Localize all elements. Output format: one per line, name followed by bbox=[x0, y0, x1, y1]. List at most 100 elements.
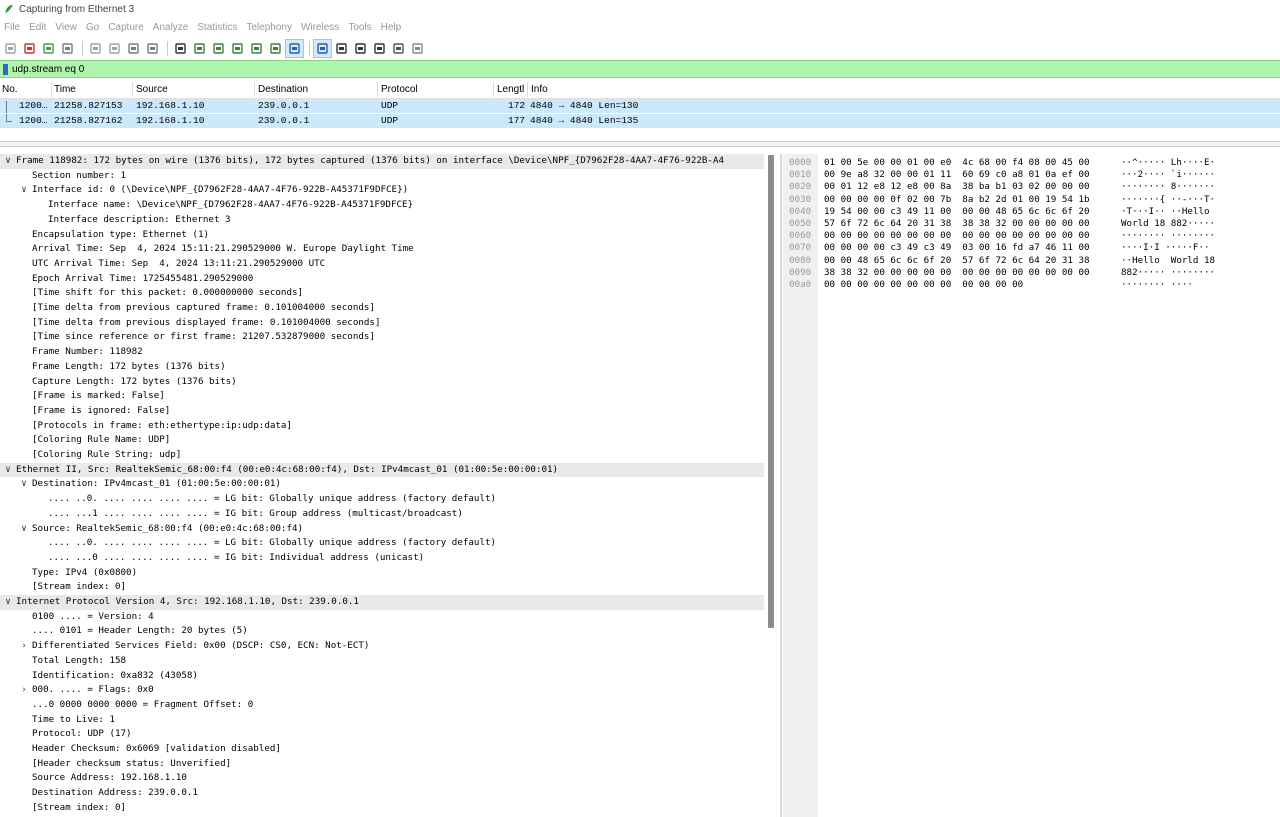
collapse-arrow-icon[interactable]: ∨ bbox=[3, 463, 13, 478]
layout-icon[interactable] bbox=[409, 40, 426, 57]
column-separator[interactable] bbox=[254, 82, 255, 97]
details-field-row[interactable]: ...0 0000 0000 0000 = Fragment Offset: 0 bbox=[0, 698, 764, 713]
details-field-row[interactable]: › 000. .... = Flags: 0x0 bbox=[0, 683, 764, 698]
details-field-row[interactable]: Capture Length: 172 bytes (1376 bits) bbox=[0, 375, 764, 390]
colorize-icon[interactable] bbox=[313, 38, 332, 58]
bytes-row[interactable]: 0050 57 6f 72 6c 64 20 31 38 38 38 32 00 … bbox=[783, 218, 1280, 230]
zoom-out-icon[interactable] bbox=[352, 40, 369, 57]
details-field-row[interactable]: ∨ Interface id: 0 (\Device\NPF_{D7962F28-… bbox=[0, 183, 764, 198]
column-separator[interactable] bbox=[527, 82, 528, 97]
menu-file[interactable]: File bbox=[0, 22, 25, 33]
collapse-arrow-icon[interactable]: ∨ bbox=[3, 595, 13, 610]
column-header-destination[interactable]: Destination bbox=[258, 84, 308, 95]
details-field-row[interactable]: [Stream index: 0] bbox=[0, 580, 764, 595]
normal-size-icon[interactable] bbox=[371, 40, 388, 57]
details-field-row[interactable]: Interface description: Ethernet 3 bbox=[0, 213, 764, 228]
details-field-row[interactable]: .... ..0. .... .... .... .... = LG bit: … bbox=[0, 536, 764, 551]
close-file-icon[interactable] bbox=[125, 40, 142, 57]
details-field-row[interactable]: .... ...1 .... .... .... .... = IG bit: … bbox=[0, 507, 764, 522]
details-field-row[interactable]: Total Length: 158 bbox=[0, 654, 764, 669]
column-header-length[interactable]: Lengtl bbox=[497, 84, 524, 95]
details-field-row[interactable]: [Time shift for this packet: 0.000000000… bbox=[0, 286, 764, 301]
details-field-row[interactable]: [Coloring Rule String: udp] bbox=[0, 448, 764, 463]
restart-capture-icon[interactable] bbox=[40, 40, 57, 57]
details-field-row[interactable]: ∨ Destination: IPv4mcast_01 (01:00:5e:00:… bbox=[0, 477, 764, 492]
column-header-time[interactable]: Time bbox=[54, 84, 76, 95]
details-field-row[interactable]: [Coloring Rule Name: UDP] bbox=[0, 433, 764, 448]
capture-options-icon[interactable] bbox=[59, 40, 76, 57]
resize-columns-icon[interactable] bbox=[390, 40, 407, 57]
packet-bytes-pane[interactable]: 0000 01 00 5e 00 00 01 00 e0 4c 68 00 f4 … bbox=[783, 154, 1280, 817]
bytes-row[interactable]: 0060 00 00 00 00 00 00 00 00 00 00 00 00 … bbox=[783, 230, 1280, 242]
expand-arrow-icon[interactable]: › bbox=[19, 683, 29, 698]
bytes-row[interactable]: 0090 38 38 32 00 00 00 00 00 00 00 00 00 … bbox=[783, 267, 1280, 279]
details-field-row[interactable]: 0100 .... = Version: 4 bbox=[0, 610, 764, 625]
details-protocol-row[interactable]: ∨ Ethernet II, Src: RealtekSemic_68:00:f4… bbox=[0, 462, 764, 478]
menu-tools[interactable]: Tools bbox=[344, 22, 376, 33]
details-field-row[interactable]: Arrival Time: Sep 4, 2024 15:11:21.29052… bbox=[0, 242, 764, 257]
details-field-row[interactable]: › Differentiated Services Field: 0x00 (DS… bbox=[0, 639, 764, 654]
details-protocol-row[interactable]: ∨ Frame 118982: 172 bytes on wire (1376 b… bbox=[0, 154, 764, 169]
pane-splitter-vertical[interactable] bbox=[780, 154, 782, 817]
bytes-row[interactable]: 0040 19 54 00 00 c3 49 11 00 00 00 48 65 … bbox=[783, 206, 1280, 218]
column-separator[interactable] bbox=[377, 82, 378, 97]
column-separator[interactable] bbox=[493, 82, 494, 97]
details-field-row[interactable]: Source Address: 192.168.1.10 bbox=[0, 771, 764, 786]
details-field-row[interactable]: Encapsulation type: Ethernet (1) bbox=[0, 228, 764, 243]
bytes-row[interactable]: 0070 00 00 00 00 c3 49 c3 49 03 00 16 fd … bbox=[783, 242, 1280, 254]
details-field-row[interactable]: Interface name: \Device\NPF_{D7962F28-4A… bbox=[0, 198, 764, 213]
details-field-row[interactable]: Protocol: UDP (17) bbox=[0, 727, 764, 742]
details-field-row[interactable]: Frame Length: 172 bytes (1376 bits) bbox=[0, 360, 764, 375]
details-field-row[interactable]: [Time delta from previous captured frame… bbox=[0, 301, 764, 316]
open-file-icon[interactable] bbox=[87, 40, 104, 57]
column-header-no[interactable]: No. bbox=[2, 84, 18, 95]
column-header-info[interactable]: Info bbox=[531, 84, 548, 95]
packet-row[interactable]: 1200… 21258.827153 192.168.1.10 239.0.0.… bbox=[0, 99, 1280, 113]
collapse-arrow-icon[interactable]: ∨ bbox=[19, 183, 29, 198]
column-header-protocol[interactable]: Protocol bbox=[381, 84, 418, 95]
reload-file-icon[interactable] bbox=[144, 40, 161, 57]
bytes-row[interactable]: 0080 00 00 48 65 6c 6c 6f 20 57 6f 72 6c … bbox=[783, 255, 1280, 267]
details-field-row[interactable]: Destination Address: 239.0.0.1 bbox=[0, 786, 764, 801]
bytes-row[interactable]: 0020 00 01 12 e8 12 e8 00 8a 38 ba b1 03 … bbox=[783, 181, 1280, 193]
details-field-row[interactable]: [Protocols in frame: eth:ethertype:ip:ud… bbox=[0, 419, 764, 434]
details-scrollbar[interactable] bbox=[768, 155, 774, 628]
expand-arrow-icon[interactable]: › bbox=[19, 639, 29, 654]
go-forward-icon[interactable] bbox=[210, 40, 227, 57]
menu-capture[interactable]: Capture bbox=[104, 22, 149, 33]
menu-wireless[interactable]: Wireless bbox=[297, 22, 344, 33]
details-field-row[interactable]: [Time delta from previous displayed fram… bbox=[0, 316, 764, 331]
filter-bookmark-icon[interactable] bbox=[3, 63, 8, 75]
bytes-row[interactable]: 0030 00 00 00 00 0f 02 00 7b 8a b2 2d 01 … bbox=[783, 194, 1280, 206]
save-file-icon[interactable] bbox=[106, 40, 123, 57]
details-field-row[interactable]: Time to Live: 1 bbox=[0, 713, 764, 728]
stop-capture-icon[interactable] bbox=[21, 40, 38, 57]
details-field-row[interactable]: Identification: 0xa832 (43058) bbox=[0, 669, 764, 684]
packet-row[interactable]: 1200… 21258.827162 192.168.1.10 239.0.0.… bbox=[0, 114, 1280, 128]
find-packet-icon[interactable] bbox=[172, 40, 189, 57]
details-field-row[interactable]: UTC Arrival Time: Sep 4, 2024 13:11:21.2… bbox=[0, 257, 764, 272]
column-separator[interactable] bbox=[132, 82, 133, 97]
details-field-row[interactable]: ∨ Source: RealtekSemic_68:00:f4 (00:e0:4c… bbox=[0, 522, 764, 537]
menu-edit[interactable]: Edit bbox=[25, 22, 51, 33]
go-last-icon[interactable] bbox=[267, 40, 284, 57]
details-field-row[interactable]: .... ..0. .... .... .... .... = LG bit: … bbox=[0, 492, 764, 507]
menu-analyze[interactable]: Analyze bbox=[149, 22, 194, 33]
pane-splitter-horizontal[interactable] bbox=[0, 141, 1280, 147]
details-field-row[interactable]: Frame Number: 118982 bbox=[0, 345, 764, 360]
packet-details-pane[interactable]: ∨ Frame 118982: 172 bytes on wire (1376 b… bbox=[0, 154, 764, 817]
bytes-row[interactable]: 00a0 00 00 00 00 00 00 00 00 00 00 00 00 ·… bbox=[783, 279, 1280, 291]
collapse-arrow-icon[interactable]: ∨ bbox=[19, 477, 29, 492]
menu-view[interactable]: View bbox=[51, 22, 82, 33]
display-filter-input[interactable]: udp.stream eq 0 bbox=[12, 64, 84, 75]
details-field-row[interactable]: .... ...0 .... .... .... .... = IG bit: … bbox=[0, 551, 764, 566]
details-protocol-row[interactable]: ∨ Internet Protocol Version 4, Src: 192.1… bbox=[0, 595, 764, 610]
details-field-row[interactable]: [Frame is ignored: False] bbox=[0, 404, 764, 419]
details-field-row[interactable]: Epoch Arrival Time: 1725455481.290529000 bbox=[0, 272, 764, 287]
autoscroll-icon[interactable] bbox=[285, 38, 304, 58]
go-back-icon[interactable] bbox=[191, 40, 208, 57]
menu-go[interactable]: Go bbox=[82, 22, 104, 33]
details-field-row[interactable]: [Header checksum status: Unverified] bbox=[0, 757, 764, 772]
collapse-arrow-icon[interactable]: ∨ bbox=[19, 522, 29, 537]
column-separator[interactable] bbox=[51, 82, 52, 97]
